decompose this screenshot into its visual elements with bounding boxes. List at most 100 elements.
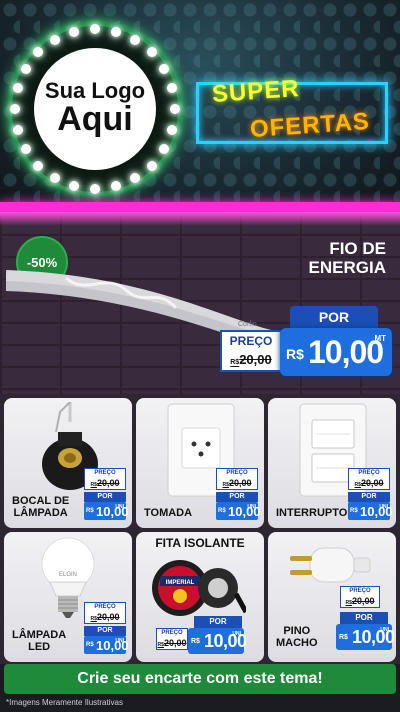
product-name-line1: PINO xyxy=(283,624,311,637)
price-label: PREÇO xyxy=(349,588,371,594)
marquee-bulb xyxy=(50,34,60,45)
product-name: INTERRUPTOR xyxy=(276,507,355,520)
product-name-line1: TOMADA xyxy=(144,507,193,520)
price-label: PREÇO xyxy=(358,470,380,476)
product-name: LÂMPADA LED xyxy=(12,629,66,654)
hero-unit: MT xyxy=(374,334,386,343)
old-price: PREÇO R$20,00 xyxy=(348,468,390,490)
new-currency: R$ xyxy=(86,508,94,514)
por-tag: POR xyxy=(84,626,126,636)
disclaimer-text: *Imagens Meramente Ilustrativas xyxy=(6,698,123,707)
old-amount: 20,00 xyxy=(96,612,120,622)
marquee-bulb xyxy=(33,160,44,171)
old-amount: 20,00 xyxy=(228,478,252,488)
new-currency: R$ xyxy=(350,508,358,514)
logo-line1: Sua Logo xyxy=(44,78,146,104)
por-tag: POR xyxy=(194,616,242,628)
marquee-bulb xyxy=(167,124,178,135)
product-name-line1: LÂMPADA xyxy=(12,628,67,641)
old-amount: 20,00 xyxy=(351,596,375,606)
marquee-bulb xyxy=(146,47,157,58)
marquee-bulb xyxy=(159,64,170,74)
marquee-bulb xyxy=(12,124,23,135)
marquee-bulb xyxy=(12,83,23,94)
product-name-line2: LED xyxy=(28,641,51,654)
old-price-value: R$20,00 xyxy=(157,638,187,648)
marquee-bulb xyxy=(110,26,121,37)
insulating-tape-image: IMPERIAL xyxy=(152,560,246,616)
tape-brand: IMPERIAL xyxy=(166,580,195,586)
product-card-bocal[interactable]: BOCAL DE LÂMPADA PREÇO R$20,00 POR R$ 10… xyxy=(4,398,132,528)
unit: UNI xyxy=(115,638,124,644)
new-price: R$ 10,00 UNI xyxy=(84,502,129,520)
product-card-fita-isolante[interactable]: FITA ISOLANTE IMPERIAL PREÇO R$20,00 POR… xyxy=(136,532,264,662)
old-price: PREÇO R$20,00 xyxy=(84,602,126,624)
old-price-value: R$20,00 xyxy=(85,478,125,488)
hero-old-amount: 20,00 xyxy=(239,352,272,367)
old-amount: 20,00 xyxy=(360,478,384,488)
product-name: FITA ISOLANTE xyxy=(155,536,245,550)
marquee-bulb xyxy=(33,47,44,58)
product-name-line2: MACHO xyxy=(276,637,318,650)
logo-line2: Aqui xyxy=(57,100,133,139)
unit: UNI xyxy=(379,504,388,510)
old-amount: 20,00 xyxy=(96,478,120,488)
hero-old-price: PREÇO R$20,00 xyxy=(220,330,282,372)
new-currency: R$ xyxy=(339,634,348,641)
product-name-line1: BOCAL DE xyxy=(12,494,70,507)
product-card-tomada[interactable]: TOMADA PREÇO R$20,00 POR R$ 10,00 UNI xyxy=(136,398,264,528)
por-tag: POR xyxy=(84,492,126,502)
new-currency: R$ xyxy=(191,638,200,645)
marquee-bulb xyxy=(146,160,157,171)
neon-divider xyxy=(0,202,400,212)
marquee-bulb xyxy=(90,24,100,34)
product-card-pino-macho[interactable]: PINO MACHO PREÇO R$ 20,00 POR R$ 10,00 UN… xyxy=(268,532,396,662)
marquee-bulb xyxy=(167,83,178,94)
logo-placeholder: Sua Logo Aqui xyxy=(34,48,156,170)
marquee-bulb xyxy=(69,181,80,192)
old-price-value: R$20,00 xyxy=(85,612,125,622)
marquee-bulb xyxy=(90,184,100,194)
unit: UNI xyxy=(232,631,241,637)
price-label: PREÇO xyxy=(226,470,248,476)
product-card-interruptor[interactable]: INTERRUPTOR PREÇO R$20,00 POR R$ 10,00 U… xyxy=(268,398,396,528)
por-tag: POR xyxy=(216,492,258,502)
new-currency: R$ xyxy=(86,642,94,648)
por-tag: POR xyxy=(348,492,390,502)
product-card-lampada-led[interactable]: ELGIN LÂMPADA LED PREÇO R$20,00 POR R$ 1… xyxy=(4,532,132,662)
old-price: PREÇO R$20,00 xyxy=(84,468,126,490)
new-price: R$ 10,00 UNI xyxy=(348,502,393,520)
hero-por-tag: POR xyxy=(290,306,378,328)
new-price: R$ 10,00 UNI xyxy=(336,624,395,650)
old-price: PREÇO R$20,00 xyxy=(216,468,258,490)
hero-old-price-value: R$20,00 xyxy=(222,352,280,367)
unit: UNI xyxy=(115,504,124,510)
product-name: TOMADA xyxy=(144,507,192,520)
logo-badge: Sua Logo Aqui xyxy=(8,22,182,196)
new-price: R$ 10,00 UNI xyxy=(84,636,129,654)
hero-new-price: R$ 10,00 MT xyxy=(280,328,392,376)
product-name-line2: LÂMPADA xyxy=(13,507,68,520)
hero-old-currency: R$ xyxy=(230,359,240,366)
product-name: PINO MACHO xyxy=(276,625,318,650)
unit: UNI xyxy=(247,504,256,510)
product-price: PREÇO R$20,00 POR R$ 10,00 UNI xyxy=(216,468,261,520)
old-price: PREÇO R$20,00 xyxy=(156,628,188,650)
marquee-bulb xyxy=(170,104,180,114)
unit: UNI xyxy=(380,627,389,633)
neon-glow xyxy=(0,212,400,226)
marquee-bulb xyxy=(20,144,31,154)
marquee-bulb xyxy=(20,64,31,74)
old-price-value: R$20,00 xyxy=(349,478,389,488)
product-price: PREÇO R$20,00 POR R$ 10,00 UNI xyxy=(348,468,393,520)
hero-title-line1: FIO DE xyxy=(329,239,386,258)
marquee-bulb xyxy=(110,181,121,192)
old-price-value: R$20,00 xyxy=(217,478,257,488)
hero-new-amount: 10,00 xyxy=(308,334,384,370)
new-price: R$ 10,00 UNI xyxy=(216,502,261,520)
product-price: PREÇO R$20,00 POR R$ 10,00 UNI xyxy=(84,468,129,520)
cta-button[interactable]: Crie seu encarte com este tema! xyxy=(4,664,396,694)
product-name-line1: INTERRUPTOR xyxy=(276,507,356,520)
hero-price-label: PREÇO xyxy=(229,334,273,348)
por-tag: POR xyxy=(340,612,388,624)
